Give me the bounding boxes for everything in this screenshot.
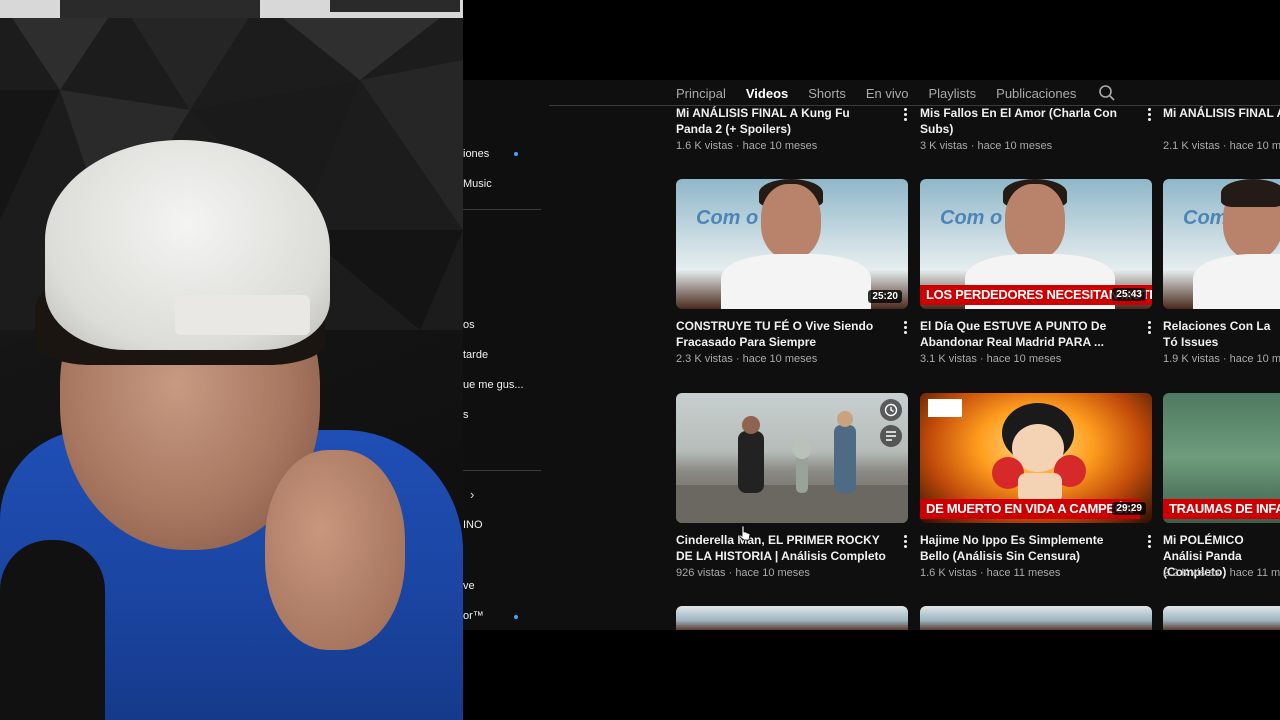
video-card[interactable]: Com o R. 25:20 CONSTRUYE TU FÉ O Vive Si… [676,179,908,365]
more-vert-icon[interactable] [902,535,908,549]
chevron-right-icon[interactable]: › [470,488,480,502]
duration-badge: 29:29 [1112,502,1146,515]
video-thumbnail[interactable]: DE MUERTO EN VIDA A CAMPEÓN 29:29 [920,393,1152,523]
sidebar-item[interactable]: INO [463,515,483,535]
add-to-queue-button[interactable] [880,425,902,447]
tab-videos[interactable]: Videos [746,86,788,101]
youtube-window: iones Music os tarde ue me gus... s › IN… [463,0,1280,720]
sidebar-divider [463,209,541,210]
video-meta: 2.1 K vistas · hace 10 me [1163,140,1280,152]
video-title[interactable]: Cinderella Man, EL PRIMER ROCKY DE LA HI… [676,532,888,564]
video-title[interactable]: CONSTRUYE TU FÉ O Vive Siendo Fracasado … [676,318,888,350]
thumbnail-logo: Com [1183,207,1228,229]
more-vert-icon[interactable] [1146,108,1152,122]
channel-tabs: Principal Videos Shorts En vivo Playlist… [676,80,1116,106]
microphone [0,540,105,720]
video-thumbnail[interactable]: TRAUMAS DE INFAN [1163,393,1280,523]
video-meta: 3.1 K vistas · hace 10 meses [920,353,1062,365]
sidebar-item[interactable]: s [463,405,469,425]
thumbnail-banner: DE MUERTO EN VIDA A CAMPEÓN [920,499,1140,519]
video-meta: 2.3 K vistas · hace 10 meses [676,353,818,365]
video-meta: 926 vistas · hace 10 meses [676,567,810,579]
tab-shorts[interactable]: Shorts [808,86,846,101]
video-meta: 1.9 K vistas · hace 10 me [1163,353,1280,365]
video-title[interactable]: Mis Fallos En El Amor (Charla Con Subs) [920,105,1132,137]
video-card[interactable]: Com o R. LOS PERDEDORES NECESITAN MOTIVA… [920,179,1152,365]
video-thumbnail[interactable]: Com [1163,179,1280,309]
more-vert-icon[interactable] [1146,321,1152,335]
video-meta: 1.6 K vistas · hace 10 meses [676,140,818,152]
video-thumbnail[interactable]: Com o R. LOS PERDEDORES NECESITAN MOTIVA… [920,179,1152,309]
channel-page: iones Music os tarde ue me gus... s › IN… [463,80,1280,630]
tab-playlists[interactable]: Playlists [928,86,976,101]
queue-icon [886,431,896,441]
more-vert-icon[interactable] [902,321,908,335]
thumbnail-banner: TRAUMAS DE INFAN [1163,499,1280,519]
hand [265,450,405,650]
mouse-cursor-icon [739,525,751,541]
video-thumbnail[interactable] [676,606,908,630]
thumbnail-art [676,411,908,523]
video-thumbnail[interactable] [1163,606,1280,630]
video-title[interactable]: Mi ANÁLISIS FINAL A Kung Fu Panda 2 (+ S… [676,105,888,137]
sidebar-item[interactable]: os [463,315,475,335]
more-vert-icon[interactable] [902,108,908,122]
more-vert-icon[interactable] [1146,535,1152,549]
video-title[interactable]: Mi ANÁLISIS FINAL A Summer" [1163,105,1280,121]
tab-publicaciones[interactable]: Publicaciones [996,86,1076,101]
watch-later-button[interactable] [880,399,902,421]
video-card[interactable]: Cinderella Man, EL PRIMER ROCKY DE LA HI… [676,393,908,579]
sidebar: iones Music os tarde ue me gus... s › IN… [463,80,543,630]
new-content-dot [514,615,518,619]
webcam-overlay [0,0,463,720]
duration-badge: 25:20 [868,290,902,303]
sidebar-divider [463,470,541,471]
tab-principal[interactable]: Principal [676,86,726,101]
video-meta: 1.6 K vistas · hace 11 meses [920,567,1061,579]
video-thumbnail[interactable]: Com o R. 25:20 [676,179,908,309]
sidebar-item[interactable]: ve [463,576,475,596]
cap-band [175,295,310,335]
duration-badge: 25:43 [1112,288,1146,301]
tab-en-vivo[interactable]: En vivo [866,86,909,101]
video-card[interactable]: Com Relaciones Con La Tó Issues 1.9 K vi… [1163,179,1280,365]
video-title[interactable]: Hajime No Ippo Es Simplemente Bello (Aná… [920,532,1132,564]
sidebar-item[interactable]: or™ [463,606,484,626]
video-thumbnail[interactable] [920,606,1152,630]
video-thumbnail[interactable] [676,393,908,523]
sidebar-item[interactable]: iones [463,144,489,164]
sidebar-item[interactable]: tarde [463,345,488,365]
search-icon[interactable] [1098,84,1116,102]
video-card[interactable]: DE MUERTO EN VIDA A CAMPEÓN 29:29 Hajime… [920,393,1152,579]
video-card[interactable]: TRAUMAS DE INFAN Mi POLÉMICO Análisi Pan… [1163,393,1280,579]
video-meta: 3 K vistas · hace 10 meses [920,140,1053,152]
sidebar-item[interactable]: ue me gus... [463,375,524,395]
clock-icon [884,403,898,417]
video-title[interactable]: Relaciones Con La Tó Issues [1163,318,1280,350]
sidebar-item[interactable]: Music [463,174,492,194]
new-content-dot [514,152,518,156]
video-meta: 2.2 K vistas · hace 11 me [1163,567,1280,579]
video-title[interactable]: El Día Que ESTUVE A PUNTO De Abandonar R… [920,318,1132,350]
